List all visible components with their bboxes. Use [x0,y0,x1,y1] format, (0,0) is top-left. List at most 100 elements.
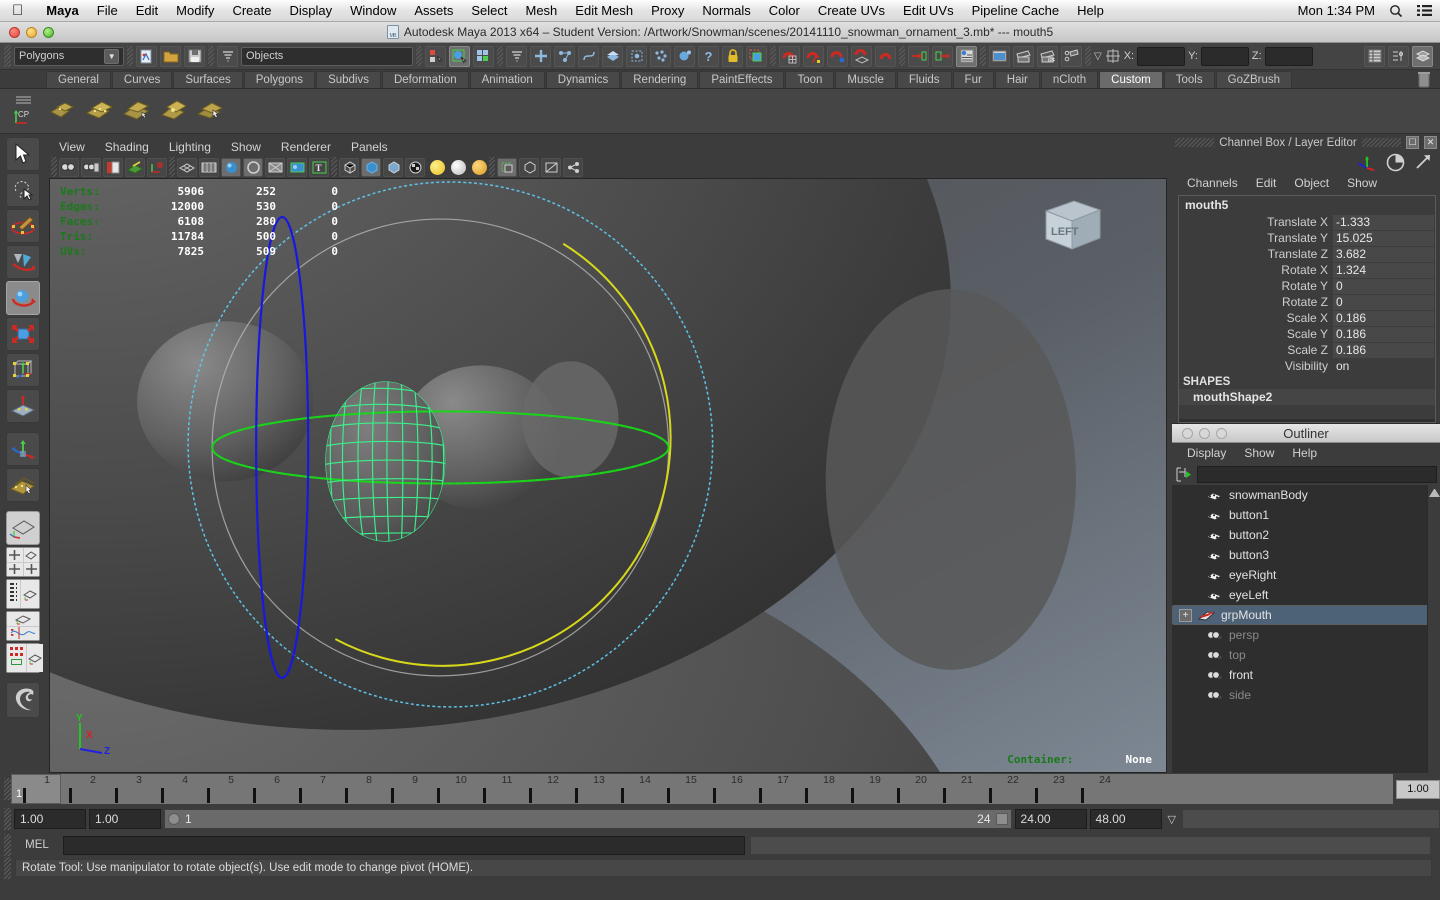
render-settings-button[interactable] [1061,45,1082,67]
open-scene-button[interactable] [160,45,181,67]
deformers-mask-button[interactable] [626,45,647,67]
expand-toggle-icon[interactable]: + [1179,608,1192,622]
motion-blur-icon[interactable] [519,157,539,177]
channel-box-shape-name[interactable]: mouthShape2 [1179,389,1435,405]
shelf-button-1[interactable] [47,95,79,127]
os-menu-item-modify[interactable]: Modify [167,3,223,18]
lock-icon[interactable] [722,45,743,67]
outliner-item-front[interactable]: front [1172,665,1440,685]
channel-row-translate-x[interactable]: Translate X -1.333 [1179,214,1435,230]
selection-mask-dropdown[interactable]: Objects [241,46,413,66]
channel-row-scale-z[interactable]: Scale Z 0.186 [1179,342,1435,358]
outliner-item-button1[interactable]: button1 [1172,505,1440,525]
outliner-item-eyeright[interactable]: eyeRight [1172,565,1440,585]
light-toggle-icon[interactable] [430,159,445,175]
channel-value-scale-x[interactable]: 0.186 [1333,310,1435,326]
lighting-display-icon[interactable]: T [309,157,329,177]
default-light-icon[interactable] [451,159,466,175]
component-mask-icon[interactable] [506,45,527,67]
single-perspective-view-layout[interactable] [6,511,40,545]
outliner-item-grpmouth[interactable]: + grpMouth [1172,605,1440,625]
make-live-button[interactable] [908,45,929,67]
channel-row-translate-y[interactable]: Translate Y 15.025 [1179,230,1435,246]
time-slider-track[interactable]: 1 1 2 3 4 5 6 7 8 9 10 11 12 13 14 15 16… [11,774,1393,804]
save-scene-button[interactable] [184,45,205,67]
shelf-tab-deformation[interactable]: Deformation [381,71,469,88]
shelf-tab-hair[interactable]: Hair [994,71,1040,88]
range-handle-left[interactable] [168,813,180,825]
shelf-tab-custom[interactable]: Custom [1099,71,1163,88]
os-menu-item-help[interactable]: Help [1068,3,1113,18]
manipulator-display-icon[interactable] [147,157,167,177]
scroll-up-icon[interactable] [1428,486,1440,497]
wireframe-shading-icon[interactable] [177,157,197,177]
aa-icon[interactable] [541,157,561,177]
timeslider-grip[interactable] [4,778,11,800]
camera-attributes-icon[interactable] [81,157,101,177]
new-scene-button[interactable] [136,45,157,67]
viewport-menu-shading[interactable]: Shading [95,140,159,154]
shelf-button-5[interactable] [195,95,227,127]
exit-live-button[interactable] [932,45,953,67]
range-handle-right[interactable] [995,813,1008,825]
channel-box-axis-icon[interactable] [1357,154,1377,171]
flat-shade-icon[interactable] [243,157,263,177]
shelf-tab-polygons[interactable]: Polygons [243,71,316,88]
outliner-search-input[interactable] [1197,465,1437,483]
os-menu-item-select[interactable]: Select [462,3,516,18]
snap-selection-button[interactable] [746,45,767,67]
chevron-down-icon[interactable]: ▽ [1165,813,1179,826]
lasso-tool[interactable] [6,173,40,207]
channel-row-rotate-x[interactable]: Rotate X 1.324 [1179,262,1435,278]
viewport-menu-panels[interactable]: Panels [341,140,398,154]
command-input[interactable] [63,835,745,855]
channel-row-visibility[interactable]: Visibility on [1179,358,1435,374]
chevron-down-icon[interactable]: ▽ [1094,51,1102,62]
selection-mask-icon[interactable] [217,45,238,67]
os-menu-item-window[interactable]: Window [341,3,405,18]
xray-joints-icon[interactable] [383,157,403,177]
panel-grip-left[interactable] [1175,138,1215,147]
shelf-tab-general[interactable]: General [46,71,111,88]
os-menu-item-mesh[interactable]: Mesh [517,3,567,18]
outliner-item-top[interactable]: top [1172,645,1440,665]
show-attribute-panel-button[interactable] [1388,45,1409,67]
shelf-tab-subdivs[interactable]: Subdivs [316,71,381,88]
surfaces-mask-button[interactable] [602,45,623,67]
outliner-persp-layout[interactable] [6,579,40,609]
share-icon[interactable] [563,157,583,177]
channel-box-body[interactable]: mouth5 Translate X -1.333 Translate Y 15… [1178,195,1436,423]
os-menu-item-create-uvs[interactable]: Create UVs [809,3,894,18]
anim-start-time-field[interactable]: 1.00 [14,809,86,829]
os-menu-item-file[interactable]: File [88,3,127,18]
outliner-filter-icon[interactable] [1175,466,1193,483]
channel-box-menu-show[interactable]: Show [1338,176,1386,190]
list-icon[interactable] [1417,4,1432,17]
viewport-menu-renderer[interactable]: Renderer [271,140,341,154]
misc-mask-button[interactable]: ? [698,45,719,67]
panel-grip-right[interactable] [1361,138,1402,147]
outliner-scrollbar[interactable] [1427,485,1440,773]
universal-manipulator-tool[interactable] [6,353,40,387]
playback-controls-area[interactable] [1182,809,1440,829]
outliner-item-persp[interactable]: persp [1172,625,1440,645]
outliner-item-snowmanbody[interactable]: snowmanBody [1172,485,1440,505]
os-menu-item-edit[interactable]: Edit [127,3,167,18]
select-tool[interactable] [6,137,40,171]
snap-to-curve-button[interactable] [803,45,824,67]
channel-row-rotate-y[interactable]: Rotate Y 0 [1179,278,1435,294]
close-panel-button[interactable]: ✕ [1424,136,1438,149]
view-cube[interactable]: LEFT [1036,191,1108,262]
outliner-item-button3[interactable]: button3 [1172,545,1440,565]
playback-speed-field[interactable]: 1.00 [1396,779,1440,799]
smooth-shade-all-icon[interactable] [199,157,219,177]
four-view-layout[interactable] [6,547,40,577]
outliner-list[interactable]: snowmanBody button1 button2 button3 eyeR… [1172,485,1440,773]
texture-checker-icon[interactable] [405,157,425,177]
shelf-options-column[interactable]: CP [4,95,42,127]
channel-value-scale-y[interactable]: 0.186 [1333,326,1435,342]
channel-row-translate-z[interactable]: Translate Z 3.682 [1179,246,1435,262]
outliner-menu-help[interactable]: Help [1283,446,1326,460]
os-menu-item-edit-uvs[interactable]: Edit UVs [894,3,963,18]
shelf-tab-fluids[interactable]: Fluids [896,71,952,88]
